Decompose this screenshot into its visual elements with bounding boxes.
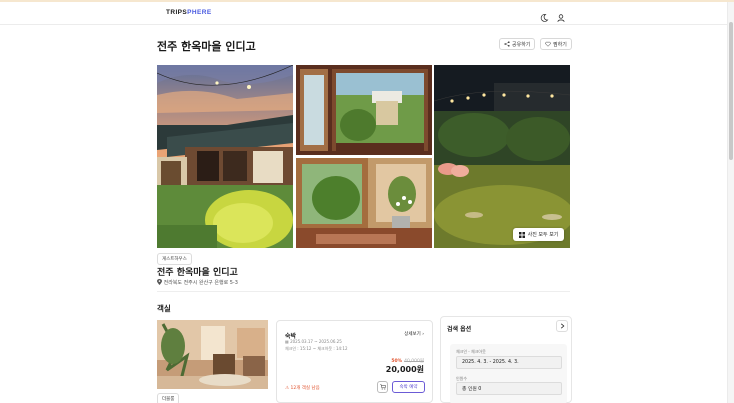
property-name: 전주 한옥마을 인디고	[157, 268, 238, 278]
guests-field[interactable]: 총 인원 0	[456, 382, 562, 395]
property-address: 전라북도 전주시 완산구 은행로 5-3	[157, 279, 238, 286]
rooms-section-title: 객실	[157, 304, 171, 313]
cart-icon	[379, 384, 386, 390]
show-all-photos-button[interactable]: 사진 모두 보기	[513, 228, 564, 241]
gallery-photo-garden[interactable]	[296, 158, 432, 248]
room-card: 숙박 상세보기 › ▦ 2025.03.17 ~ 2025.06.25 체크인 …	[276, 320, 433, 403]
show-all-photos-label: 사진 모두 보기	[527, 232, 559, 238]
save-label: 찜하기	[553, 41, 567, 48]
gallery-photo-window[interactable]	[296, 65, 432, 155]
search-options-panel: 검색 옵션 체크인 - 체크아웃 2025. 4. 3. - 2025. 4. …	[440, 316, 572, 403]
section-divider	[157, 291, 570, 292]
moon-icon[interactable]	[539, 8, 549, 22]
share-icon	[504, 41, 510, 47]
save-button[interactable]: 찜하기	[540, 38, 572, 50]
room-checkin-checkout: 체크인 : 15:12 ~ 체크아웃 : 14:12	[285, 346, 348, 351]
address-text: 전라북도 전주시 완산구 은행로 5-3	[163, 280, 238, 286]
panel-toggle-button[interactable]	[556, 320, 568, 332]
property-type-tag: 게스트하우스	[157, 253, 192, 265]
add-to-cart-button[interactable]	[377, 381, 388, 393]
room-detail-link[interactable]: 상세보기 ›	[404, 331, 424, 337]
checkin-checkout-label: 체크인 - 체크아웃	[456, 349, 486, 354]
calendar-icon: ▦	[285, 339, 289, 344]
user-icon[interactable]	[556, 8, 566, 22]
date-range-field[interactable]: 2025. 4. 3. - 2025. 4. 3.	[456, 356, 562, 369]
room-period: ▦ 2025.03.17 ~ 2025.06.25	[285, 339, 342, 344]
site-header: TRIPSPHERE	[0, 2, 727, 25]
room-type-tag: 더블룸	[157, 393, 180, 403]
share-label: 공유하기	[512, 41, 531, 48]
room-price: 20,000원	[385, 365, 424, 374]
scrollbar-thumb[interactable]	[729, 22, 733, 160]
site-logo[interactable]: TRIPSPHERE	[166, 9, 212, 16]
page-title: 전주 한옥마을 인디고	[157, 40, 256, 53]
book-stay-button[interactable]: 숙박 예약	[392, 381, 425, 393]
chevron-right-icon: ›	[422, 332, 424, 337]
gallery-photo-main[interactable]	[157, 65, 293, 248]
heart-icon	[545, 41, 551, 47]
location-pin-icon	[157, 279, 162, 285]
chevron-right-icon	[560, 323, 564, 329]
room-photo[interactable]	[157, 320, 268, 389]
alert-icon: ⚠	[285, 386, 290, 391]
share-button[interactable]: 공유하기	[499, 38, 536, 50]
grid-icon	[518, 231, 525, 238]
search-options-title: 검색 옵션	[447, 326, 472, 333]
gallery-photo-night[interactable]	[434, 65, 570, 248]
rooms-remaining: ⚠ 12개 객실 남음	[285, 386, 320, 391]
